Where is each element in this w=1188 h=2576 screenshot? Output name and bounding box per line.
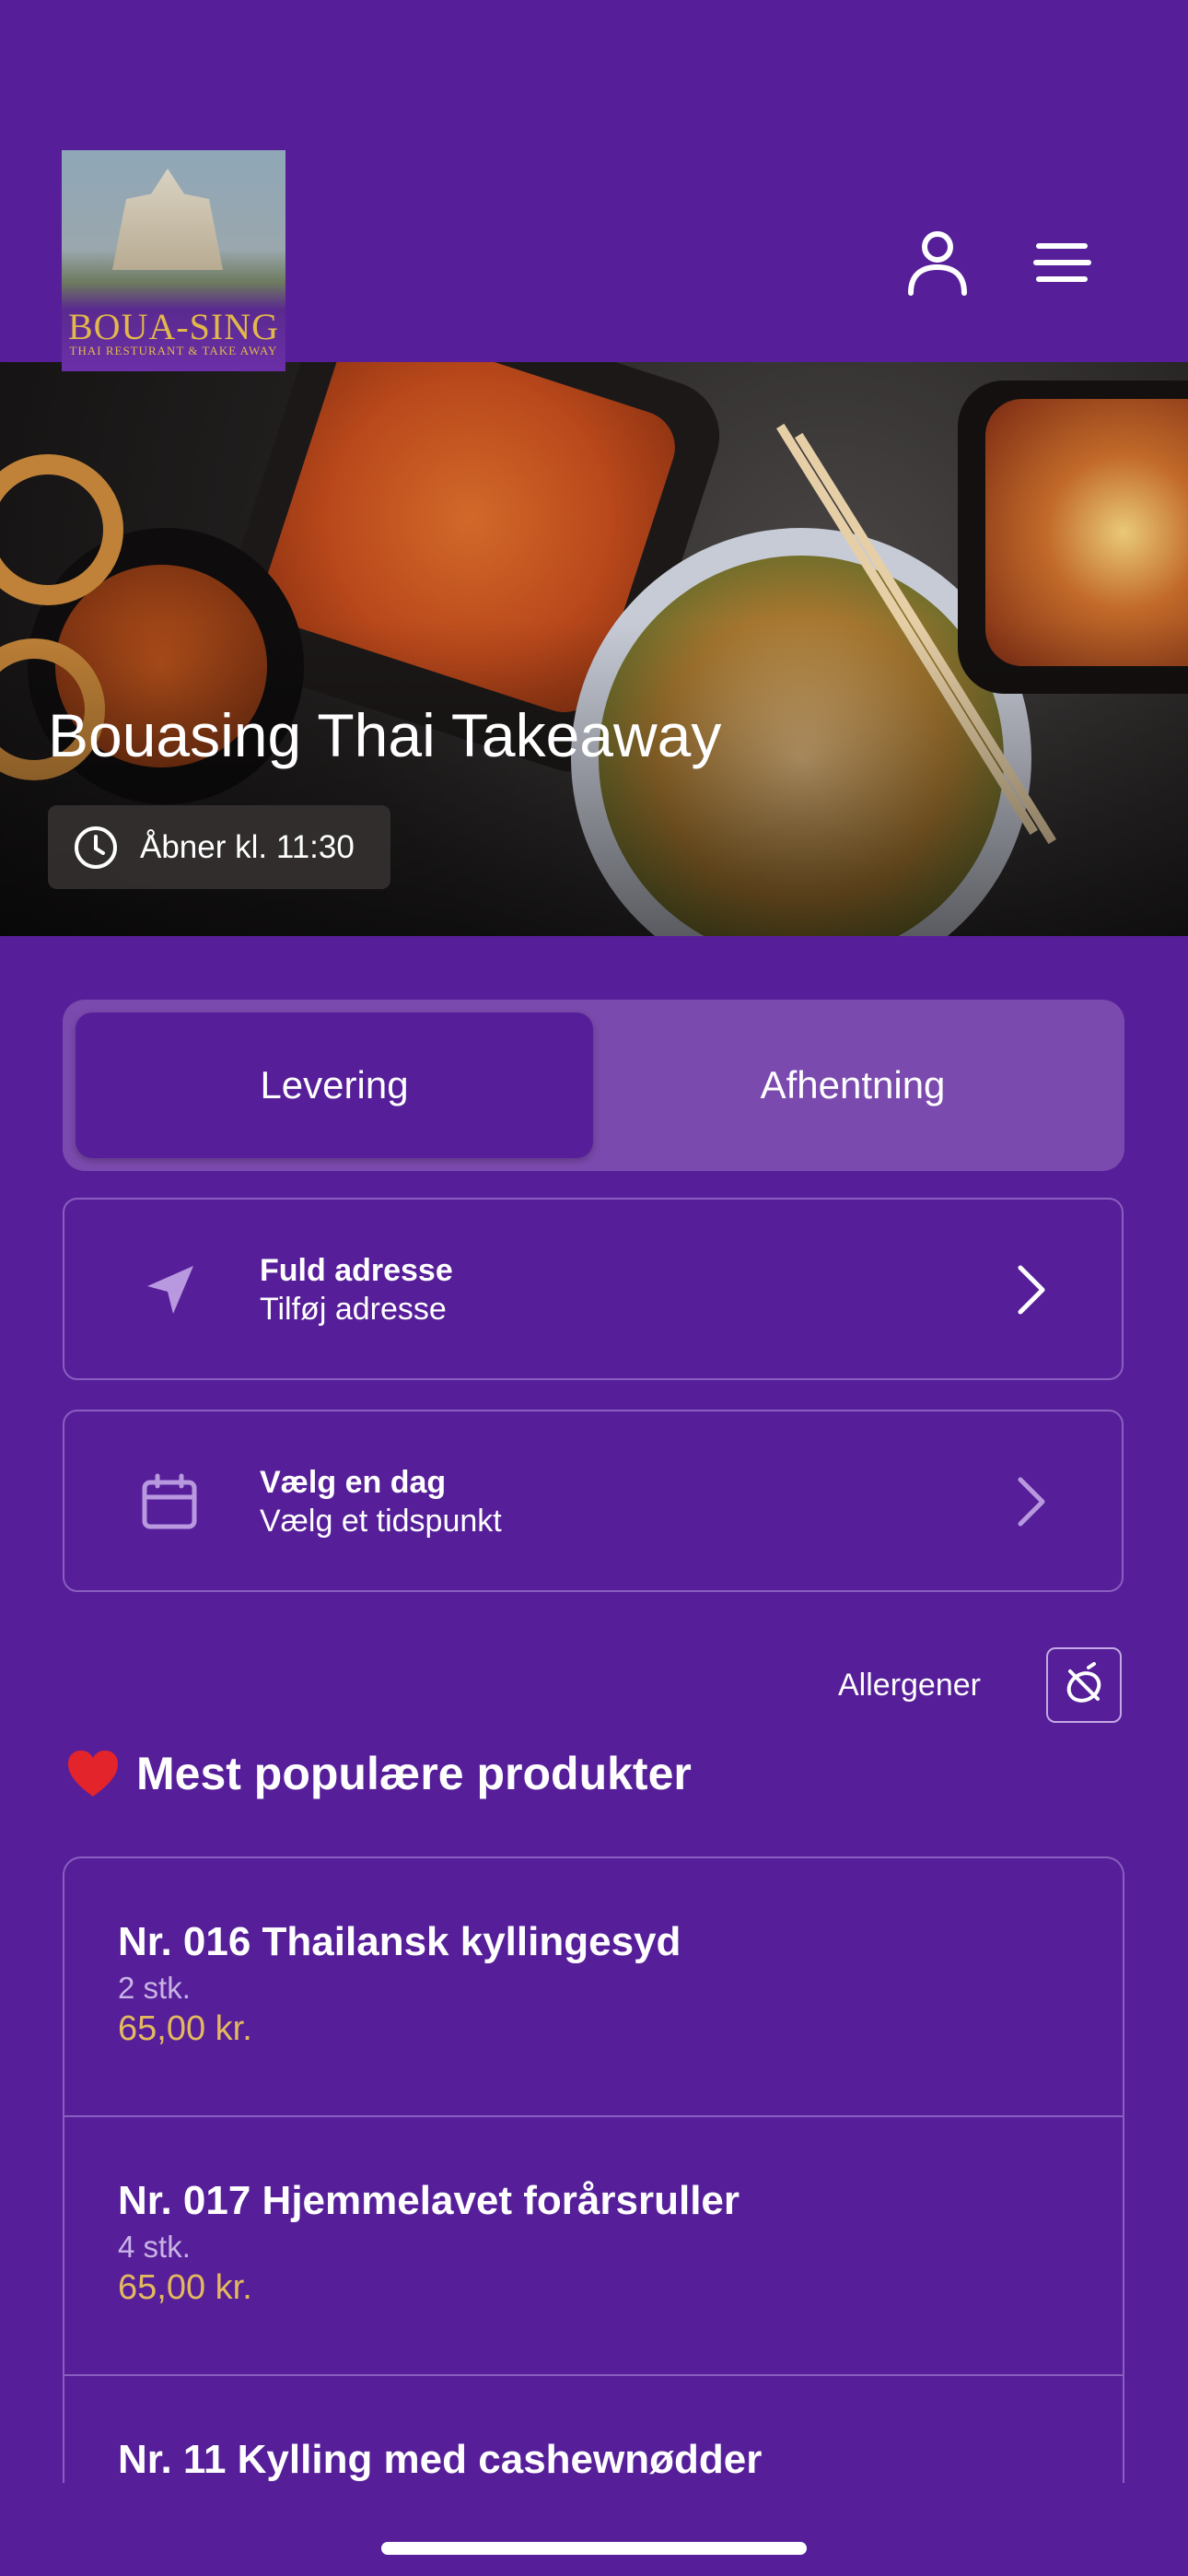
product-name: Nr. 016 Thailansk kyllingesyd bbox=[118, 1919, 681, 1964]
address-title: Fuld adresse bbox=[260, 1253, 453, 1288]
product-item[interactable]: Nr. 11 Kylling med cashewnødder bbox=[64, 2376, 1123, 2483]
allergen-icon bbox=[1066, 1662, 1101, 1703]
allergens-label[interactable]: Allergener bbox=[838, 1668, 981, 1704]
logo-name: BOUA-SING bbox=[68, 306, 279, 347]
time-title: Vælg en dag bbox=[260, 1465, 447, 1500]
product-name: Nr. 017 Hjemmelavet forårsruller bbox=[118, 2178, 740, 2223]
heart-icon bbox=[68, 1751, 118, 1797]
product-price: 65,00 kr. bbox=[118, 2268, 252, 2307]
opening-hours-text: Åbner kl. 11:30 bbox=[140, 828, 355, 865]
product-quantity: 4 stk. bbox=[118, 2230, 191, 2264]
location-arrow-icon bbox=[134, 1255, 204, 1325]
popular-title-text: Mest populære produkter bbox=[136, 1748, 692, 1799]
popular-section-title: Mest populære produkter bbox=[66, 1747, 692, 1800]
product-quantity: 2 stk. bbox=[118, 1971, 191, 2005]
calendar-icon bbox=[134, 1467, 204, 1537]
temple-illustration bbox=[112, 169, 223, 270]
restaurant-logo[interactable]: BOUA-SING THAI RESTURANT & TAKE AWAY bbox=[62, 150, 285, 371]
restaurant-title: Bouasing Thai Takeaway bbox=[48, 701, 722, 769]
chevron-right-icon bbox=[1018, 1477, 1045, 1527]
time-selector[interactable]: Vælg en dag Vælg et tidspunkt bbox=[63, 1410, 1124, 1592]
clock-icon bbox=[75, 825, 117, 869]
logo-subtitle: THAI RESTURANT & TAKE AWAY bbox=[69, 344, 278, 357]
tab-pickup[interactable]: Afhentning bbox=[594, 1013, 1112, 1158]
tab-delivery[interactable]: Levering bbox=[76, 1013, 593, 1158]
product-price: 65,00 kr. bbox=[118, 2009, 252, 2048]
product-name: Nr. 11 Kylling med cashewnødder bbox=[118, 2437, 763, 2482]
product-item[interactable]: Nr. 017 Hjemmelavet forårsruller 4 stk. … bbox=[64, 2117, 1123, 2376]
product-item[interactable]: Nr. 016 Thailansk kyllingesyd 2 stk. 65,… bbox=[64, 1858, 1123, 2117]
opening-hours-badge: Åbner kl. 11:30 bbox=[48, 805, 390, 889]
address-subtitle: Tilføj adresse bbox=[260, 1292, 447, 1327]
popular-products-list: Nr. 016 Thailansk kyllingesyd 2 stk. 65,… bbox=[63, 1856, 1124, 2483]
home-indicator[interactable] bbox=[381, 2542, 807, 2555]
chevron-right-icon bbox=[1018, 1265, 1045, 1315]
order-type-toggle: Levering Afhentning bbox=[63, 1000, 1124, 1171]
time-subtitle: Vælg et tidspunkt bbox=[260, 1504, 502, 1539]
address-selector[interactable]: Fuld adresse Tilføj adresse bbox=[63, 1198, 1124, 1380]
allergens-button[interactable] bbox=[1046, 1647, 1122, 1723]
menu-icon[interactable] bbox=[1026, 221, 1100, 304]
user-icon[interactable] bbox=[901, 221, 974, 304]
